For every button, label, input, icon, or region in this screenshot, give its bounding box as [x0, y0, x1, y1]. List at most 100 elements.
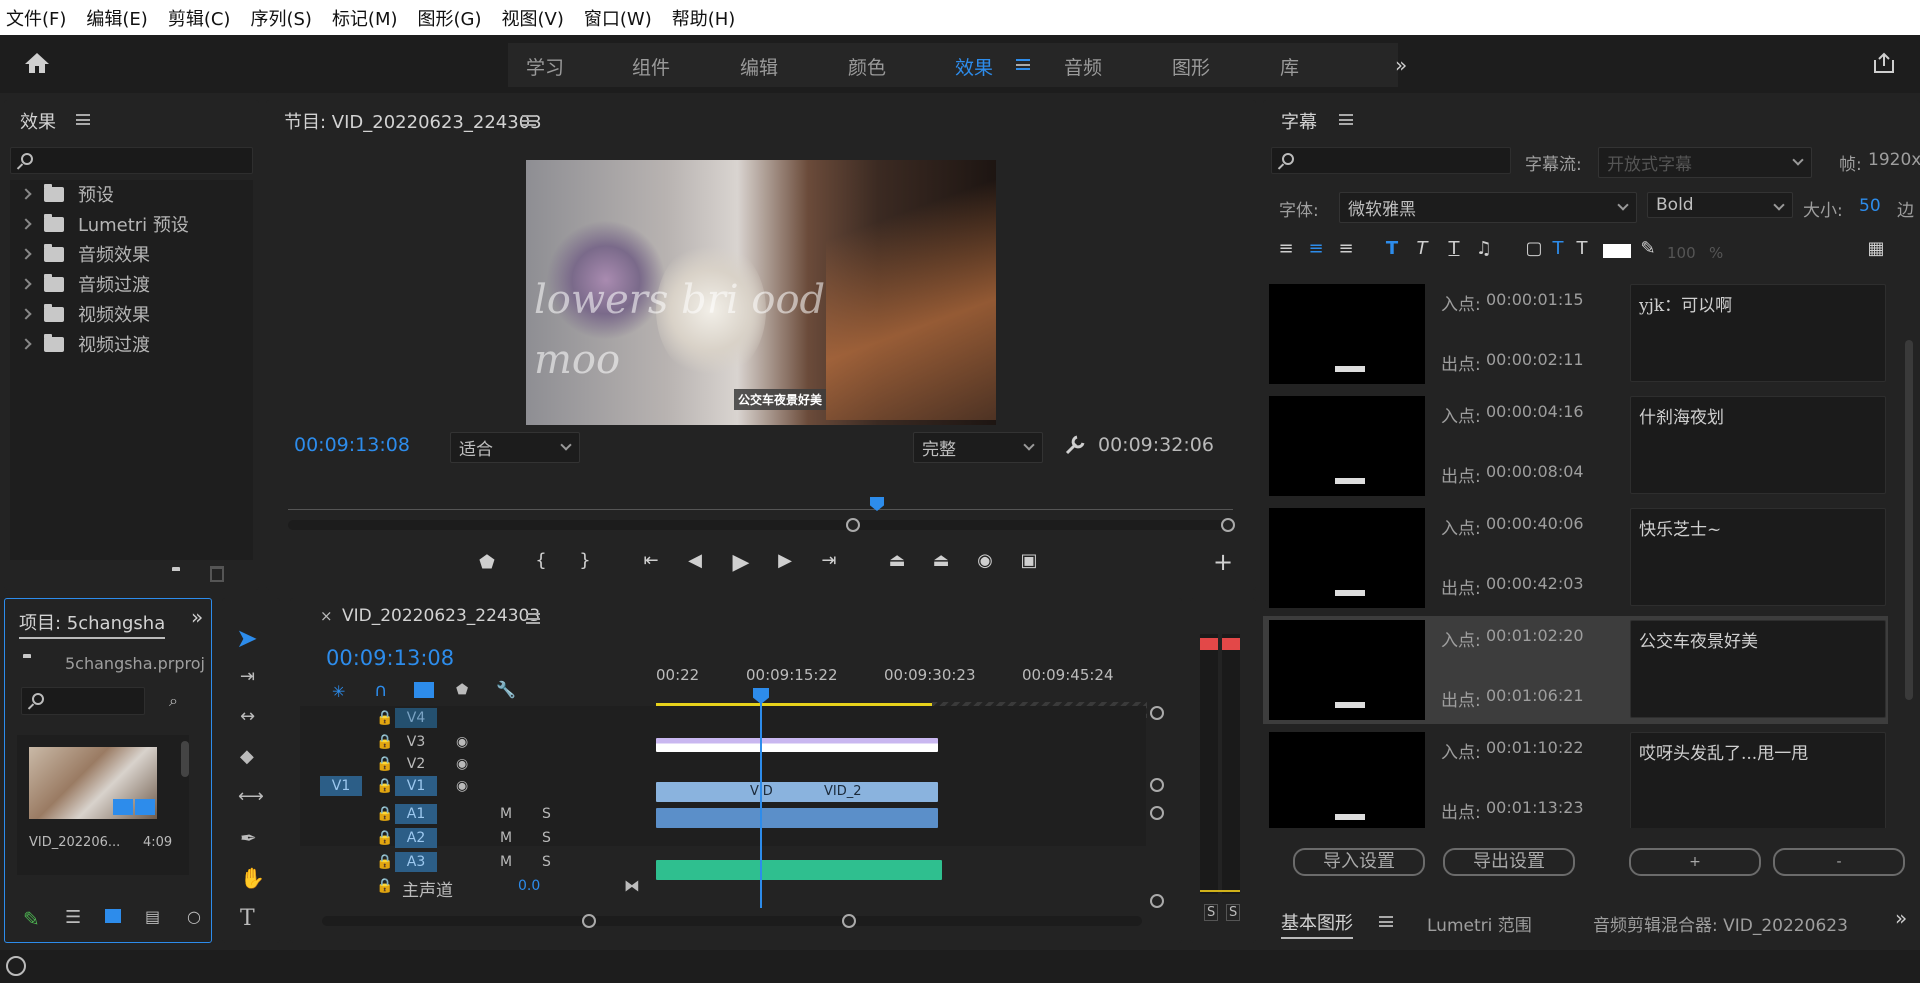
- zoom-handle-left[interactable]: [846, 518, 860, 532]
- ripple-edit-tool-icon[interactable]: ↔: [240, 706, 255, 727]
- linked-selection-icon[interactable]: [414, 682, 434, 698]
- in-point-value[interactable]: 00:01:10:22: [1486, 738, 1584, 757]
- align-right-icon[interactable]: ≡: [1333, 238, 1359, 259]
- vscroll-handle[interactable]: [1150, 778, 1164, 792]
- eyedropper-icon[interactable]: ✎: [1635, 238, 1661, 259]
- in-point-value[interactable]: 00:00:01:15: [1486, 290, 1584, 309]
- lock-icon[interactable]: 🔒: [376, 878, 393, 894]
- align-center-icon[interactable]: ≡: [1303, 238, 1329, 259]
- lock-icon[interactable]: 🔒: [376, 854, 393, 870]
- workspace-menu-icon[interactable]: [1016, 59, 1030, 70]
- vscroll-handle[interactable]: [1150, 894, 1164, 908]
- menu-clip[interactable]: 剪辑(C): [168, 5, 231, 31]
- step-forward-icon[interactable]: ▶: [772, 550, 798, 571]
- caption-row[interactable]: 入点: 00:00:01:15 出点: 00:00:02:11 yjk：可以啊: [1263, 280, 1888, 388]
- menu-view[interactable]: 视图(V): [502, 5, 564, 31]
- captions-scrollbar[interactable]: [1905, 340, 1913, 700]
- lock-icon[interactable]: 🔒: [376, 756, 393, 772]
- clip-indicator-right[interactable]: [1222, 638, 1240, 650]
- menu-file[interactable]: 文件(F): [6, 5, 66, 31]
- out-point-value[interactable]: 00:00:08:04: [1486, 462, 1584, 481]
- caption-text-field[interactable]: yjk：可以啊: [1630, 284, 1886, 382]
- effects-item-audio-transitions[interactable]: 音频过渡: [20, 270, 150, 298]
- effects-search-input[interactable]: [10, 147, 253, 174]
- clip-v3[interactable]: [656, 738, 938, 752]
- vscroll-handle[interactable]: [1150, 806, 1164, 820]
- text-outline-icon[interactable]: T: [1569, 238, 1595, 259]
- in-point-value[interactable]: 00:00:04:16: [1486, 402, 1584, 421]
- track-a1-target[interactable]: A1: [395, 804, 437, 824]
- zoom-handle-right[interactable]: [1221, 518, 1235, 532]
- remove-caption-button[interactable]: -: [1773, 848, 1905, 876]
- caption-row[interactable]: 入点: 00:00:04:16 出点: 00:00:08:04 什刹海夜划: [1263, 392, 1888, 500]
- export-settings-button[interactable]: 导出设置: [1443, 848, 1575, 876]
- nest-icon[interactable]: ✳: [332, 682, 345, 701]
- track-v4-target[interactable]: V4: [395, 708, 437, 728]
- add-button-icon[interactable]: +: [1210, 548, 1236, 576]
- solo-right-button[interactable]: S: [1226, 904, 1241, 921]
- hscroll-handle-right[interactable]: [842, 914, 856, 928]
- out-point-value[interactable]: 00:01:06:21: [1486, 686, 1584, 705]
- more-panels-icon[interactable]: »: [191, 605, 203, 629]
- close-sequence-icon[interactable]: ×: [320, 607, 333, 625]
- in-point-value[interactable]: 00:01:02:20: [1486, 626, 1584, 645]
- tab-audio-clip-mixer[interactable]: 音频剪辑混合器: VID_20220623: [1593, 911, 1848, 936]
- menu-help[interactable]: 帮助(H): [672, 5, 736, 31]
- workspace-color[interactable]: 颜色: [848, 53, 886, 80]
- effects-item-audio-effects[interactable]: 音频效果: [20, 240, 150, 268]
- more-panels-icon[interactable]: »: [1895, 906, 1907, 930]
- track-a3-target[interactable]: A3: [395, 852, 437, 872]
- solo-button[interactable]: S: [542, 806, 551, 822]
- track-v3-target[interactable]: V3: [395, 732, 437, 752]
- menu-window[interactable]: 窗口(W): [584, 5, 652, 31]
- lock-icon[interactable]: 🔒: [376, 830, 393, 846]
- extract-icon[interactable]: ⏏: [928, 550, 954, 571]
- vscroll-handle[interactable]: [1150, 706, 1164, 720]
- go-to-out-icon[interactable]: ⇥: [816, 550, 842, 571]
- workspace-graphics[interactable]: 图形: [1172, 53, 1210, 80]
- find-icon[interactable]: ⌕: [169, 691, 178, 711]
- add-marker-icon[interactable]: ⬟: [474, 552, 500, 573]
- effects-item-video-transitions[interactable]: 视频过渡: [20, 330, 150, 358]
- mute-button[interactable]: M: [500, 806, 512, 822]
- caption-row[interactable]: 入点: 00:00:40:06 出点: 00:00:42:03 快乐芝士~: [1263, 504, 1888, 612]
- out-point-value[interactable]: 00:00:42:03: [1486, 574, 1584, 593]
- captions-menu-icon[interactable]: [1339, 114, 1353, 125]
- go-to-in-icon[interactable]: ⇤: [638, 550, 664, 571]
- quality-dropdown[interactable]: 完整: [913, 432, 1043, 463]
- razor-tool-icon[interactable]: ◆: [240, 746, 254, 767]
- creative-cloud-icon[interactable]: [6, 956, 26, 976]
- track-v2-target[interactable]: V2: [395, 754, 437, 774]
- caption-text-field[interactable]: 哎呀头发乱了...甩一甩: [1630, 732, 1886, 828]
- italic-icon[interactable]: T: [1409, 238, 1435, 259]
- clip-v1[interactable]: VID VID_2: [656, 782, 938, 802]
- effects-item-presets[interactable]: 预设: [20, 180, 114, 208]
- text-color-icon[interactable]: T: [1545, 238, 1571, 259]
- clip-a1[interactable]: [656, 808, 938, 828]
- solo-button[interactable]: S: [542, 854, 551, 870]
- camera-icon[interactable]: ◉: [972, 550, 998, 571]
- workspace-effects[interactable]: 效果: [955, 53, 993, 80]
- effects-item-video-effects[interactable]: 视频效果: [20, 300, 150, 328]
- effects-panel-menu-icon[interactable]: [76, 114, 90, 125]
- program-video-frame[interactable]: lowers bri ood moo 公交车夜景好美: [526, 160, 996, 425]
- bold-icon[interactable]: T: [1379, 238, 1405, 259]
- hscroll-handle-left[interactable]: [582, 914, 596, 928]
- timeline-menu-icon[interactable]: [526, 613, 540, 624]
- clip-a3[interactable]: [656, 860, 942, 880]
- grid-position-icon[interactable]: ▦: [1863, 238, 1889, 259]
- share-icon[interactable]: [1872, 51, 1896, 75]
- workspace-learn[interactable]: 学习: [526, 53, 564, 80]
- timeline-settings-icon[interactable]: 🔧: [496, 680, 516, 699]
- timeline-playhead-line[interactable]: [760, 690, 762, 908]
- clip-indicator-left[interactable]: [1200, 638, 1218, 650]
- underline-icon[interactable]: T: [1441, 238, 1467, 259]
- pen-tool-icon[interactable]: ✒: [240, 826, 257, 850]
- eye-icon[interactable]: ◉: [456, 734, 468, 750]
- effects-item-lumetri[interactable]: Lumetri 预设: [20, 210, 189, 238]
- lock-icon[interactable]: 🔒: [376, 778, 393, 794]
- project-scrollbar[interactable]: [181, 741, 189, 777]
- eye-icon[interactable]: ◉: [456, 778, 468, 794]
- solo-left-button[interactable]: S: [1204, 904, 1219, 921]
- workspace-assembly[interactable]: 组件: [632, 53, 670, 80]
